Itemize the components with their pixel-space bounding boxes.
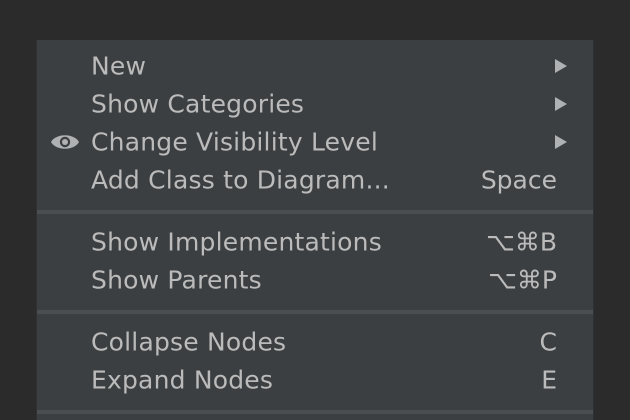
menu-item-expand-nodes[interactable]: Expand Nodes E	[37, 361, 593, 399]
menu-item-label: Add Class to Diagram...	[91, 165, 390, 195]
menu-item-label: Show Implementations	[91, 227, 382, 257]
context-menu: New Show Categories Change Visibility Le…	[36, 40, 594, 420]
menu-item-show-implementations[interactable]: Show Implementations ⌥⌘B	[37, 223, 593, 261]
menu-item-shortcut: C	[539, 327, 557, 357]
menu-item-show-categories[interactable]: Show Categories	[37, 85, 593, 123]
menu-item-new[interactable]: New	[37, 47, 593, 85]
menu-item-label: Change Visibility Level	[91, 127, 378, 157]
submenu-arrow-icon	[555, 135, 567, 149]
menu-item-label: Show Categories	[91, 89, 305, 119]
eye-icon	[51, 135, 79, 149]
menu-item-shortcut: Space	[480, 165, 557, 195]
menu-item-shortcut: E	[541, 365, 557, 395]
menu-item-label: Show Parents	[91, 265, 262, 295]
menu-separator	[37, 210, 593, 214]
menu-separator	[37, 410, 593, 414]
menu-item-label: Collapse Nodes	[91, 327, 287, 357]
menu-separator	[37, 310, 593, 314]
menu-item-show-parents[interactable]: Show Parents ⌥⌘P	[37, 261, 593, 299]
menu-item-change-visibility-level[interactable]: Change Visibility Level	[37, 123, 593, 161]
menu-item-shortcut: ⌥⌘B	[486, 227, 557, 257]
submenu-arrow-icon	[555, 59, 567, 73]
menu-item-add-class-to-diagram[interactable]: Add Class to Diagram... Space	[37, 161, 593, 199]
menu-item-collapse-nodes[interactable]: Collapse Nodes C	[37, 323, 593, 361]
menu-item-label: Expand Nodes	[91, 365, 274, 395]
submenu-arrow-icon	[555, 97, 567, 111]
menu-item-shortcut: ⌥⌘P	[488, 265, 557, 295]
menu-item-label: New	[91, 51, 147, 81]
